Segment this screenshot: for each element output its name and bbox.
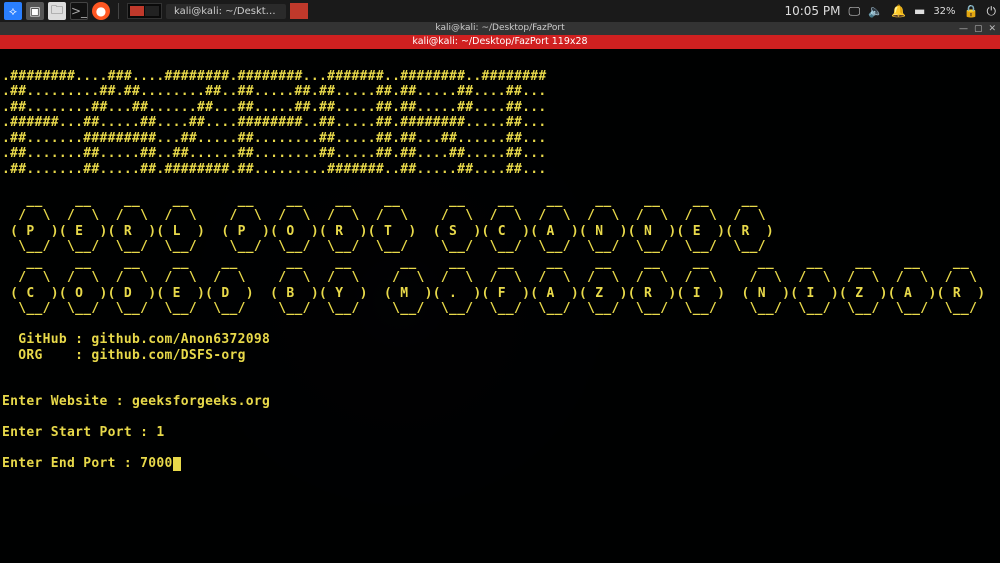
prompt-website-value: geeksforgeeks.org [132, 394, 270, 409]
volume-icon[interactable]: 🔈 [868, 4, 883, 18]
file-manager-icon[interactable]: 🗀 [48, 2, 66, 20]
banner-line: .##.........##.##........##..##.....##.#… [2, 84, 547, 99]
ascii-art-line: / \ / \ / \ / \ / \ / \ / \ / \ / \ / \ … [2, 208, 766, 223]
battery-indicator[interactable]: 32% [933, 6, 955, 17]
ascii-art-line: / \ / \ / \ / \ / \ / \ / \ / \ / \ / \ … [2, 270, 977, 285]
prompt-start-port-value: 1 [156, 425, 164, 440]
kali-menu-icon[interactable]: ⟡ [4, 2, 22, 20]
ascii-art-line: __ __ __ __ __ __ __ __ __ __ __ __ __ _… [2, 193, 758, 208]
prompt-start-port-label: Enter Start Port : [2, 425, 156, 440]
power-icon[interactable]: ⏻ [987, 4, 997, 19]
window-title: kali@kali: ~/Desktop/FazPort [435, 23, 564, 33]
taskbar-divider [118, 3, 119, 19]
terminal-window: kali@kali: ~/Desktop/FazPort — ▢ ✕ kali@… [0, 22, 1000, 563]
workspace-1[interactable] [130, 6, 144, 16]
terminal-body[interactable]: .########....###....########.########...… [0, 49, 1000, 563]
lock-icon[interactable]: 🔒 [964, 4, 979, 18]
prompt-end-port-label: Enter End Port : [2, 456, 140, 471]
taskbar: ⟡ ▣ 🗀 >_ ● kali@kali: ~/Desktop/Fa... 10… [0, 0, 1000, 22]
prompt-end-port-value: 7000 [140, 456, 173, 471]
clock[interactable]: 10:05 PM [784, 4, 840, 18]
banner-line: .########....###....########.########...… [2, 69, 547, 84]
firefox-icon[interactable]: ● [92, 2, 110, 20]
workspace-switcher[interactable] [127, 3, 162, 19]
terminal-cursor [173, 457, 181, 471]
banner-line: .##........##...##......##...##.....##.#… [2, 100, 547, 115]
terminal-tab-title: kali@kali: ~/Desktop/FazPort 119x28 [412, 36, 587, 47]
recording-indicator-icon [4, 37, 12, 45]
ascii-art-line: ( P )( E )( R )( L ) ( P )( O )( R )( T … [2, 224, 774, 239]
ascii-art-line: __ __ __ __ __ __ __ __ __ __ __ __ __ _… [2, 255, 969, 270]
banner-line: .##.......#########...##.....##........#… [2, 131, 547, 146]
prompt-website-label: Enter Website : [2, 394, 132, 409]
ascii-art-line: ( C )( O )( D )( E )( D ) ( B )( Y ) ( M… [2, 286, 985, 301]
banner-line: .######...##.....##....##....########..#… [2, 115, 547, 130]
info-github: GitHub : github.com/Anon6372098 [2, 332, 270, 347]
display-icon[interactable]: 🖵 [848, 4, 860, 19]
files-icon[interactable]: ▣ [26, 2, 44, 20]
taskbar-window-button[interactable]: kali@kali: ~/Desktop/Fa... [166, 4, 286, 19]
network-icon[interactable]: ▬ [914, 4, 925, 18]
ascii-art-line: \__/ \__/ \__/ \__/ \__/ \__/ \__/ \__/ … [2, 239, 766, 254]
window-titlebar[interactable]: kali@kali: ~/Desktop/FazPort — ▢ ✕ [0, 22, 1000, 35]
workspace-2[interactable] [145, 6, 159, 16]
terminal-launcher-icon[interactable]: >_ [70, 2, 88, 20]
banner-line: .##.......##.....##.########.##.........… [2, 162, 547, 177]
banner-line: .##.......##.....##..##......##........#… [2, 146, 547, 161]
info-org: ORG : github.com/DSFS-org [2, 348, 246, 363]
notification-icon[interactable]: 🔔 [891, 4, 906, 18]
terminal-tab-bar[interactable]: kali@kali: ~/Desktop/FazPort 119x28 [0, 35, 1000, 49]
ascii-art-line: \__/ \__/ \__/ \__/ \__/ \__/ \__/ \__/ … [2, 301, 977, 316]
taskbar-closed-indicator[interactable] [290, 3, 308, 19]
taskbar-right: 10:05 PM 🖵 🔈 🔔 ▬ 32% 🔒 ⏻ [784, 4, 996, 19]
taskbar-left: ⟡ ▣ 🗀 >_ ● kali@kali: ~/Desktop/Fa... [4, 2, 308, 20]
